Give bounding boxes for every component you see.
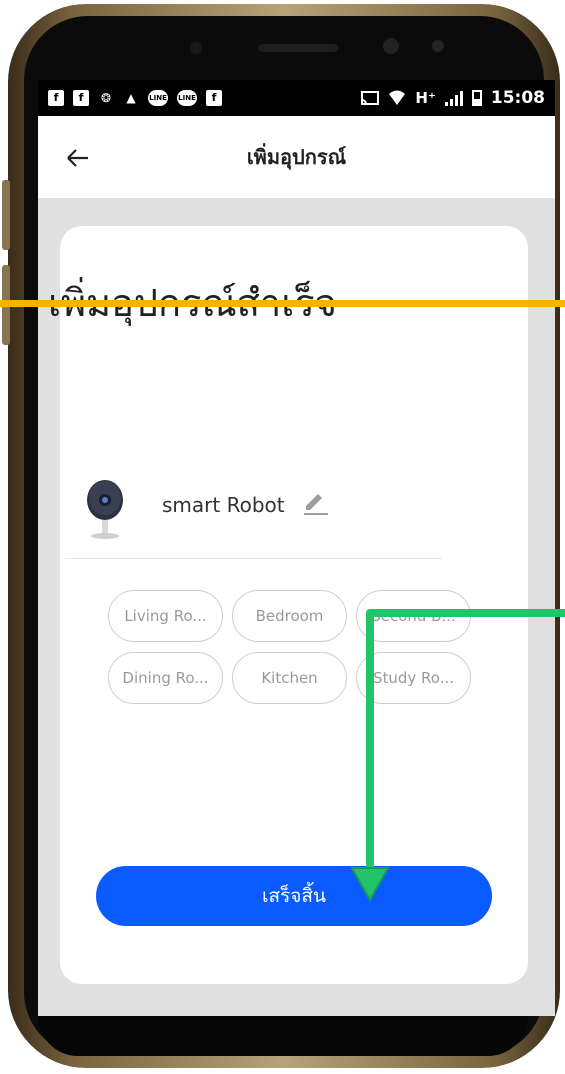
- done-button[interactable]: เสร็จสิ้น: [96, 866, 492, 926]
- facebook-icon: f: [73, 90, 89, 106]
- bell-icon: ▲: [126, 91, 136, 105]
- wifi-icon: [388, 90, 406, 106]
- camera-icon: [82, 478, 128, 544]
- facebook-icon: f: [206, 90, 222, 106]
- room-chip[interactable]: Bedroom: [232, 590, 347, 642]
- facebook-icon: f: [48, 90, 64, 106]
- signal-icon: [444, 90, 463, 106]
- battery-icon: [471, 90, 482, 106]
- room-chip[interactable]: Second B...: [356, 590, 471, 642]
- line-icon: LINE: [148, 90, 168, 106]
- browser-icon: ❂: [100, 91, 112, 105]
- room-chip[interactable]: Kitchen: [232, 652, 347, 704]
- device-name[interactable]: smart Robot: [162, 493, 285, 517]
- status-time: 15:08: [490, 88, 545, 108]
- notification-icons: f f ❂ ▲ LINE LINE f: [48, 90, 222, 106]
- sensor-dot: [190, 42, 202, 54]
- system-icons: H⁺ 15:08: [361, 88, 545, 108]
- annotation-highlight-line: [0, 300, 565, 307]
- sensor-dot: [432, 40, 444, 52]
- network-type-label: H⁺: [415, 89, 436, 107]
- volume-button: [2, 180, 10, 250]
- room-chip[interactable]: Study Ro...: [356, 652, 471, 704]
- cast-icon: [361, 90, 380, 106]
- front-camera: [383, 38, 399, 54]
- phone-chin: [38, 1016, 528, 1056]
- pencil-icon[interactable]: [300, 486, 330, 516]
- page-title: เพิ่มอุปกรณ์: [246, 145, 347, 169]
- line-icon: LINE: [177, 90, 197, 106]
- app-bar: เพิ่มอุปกรณ์: [38, 116, 555, 198]
- room-chip[interactable]: Dining Ro...: [108, 652, 223, 704]
- status-bar: f f ❂ ▲ LINE LINE f H⁺ 15:08: [38, 80, 555, 116]
- earpiece-speaker: [258, 44, 338, 52]
- room-chip[interactable]: Living Ro...: [108, 590, 223, 642]
- divider: [66, 558, 442, 559]
